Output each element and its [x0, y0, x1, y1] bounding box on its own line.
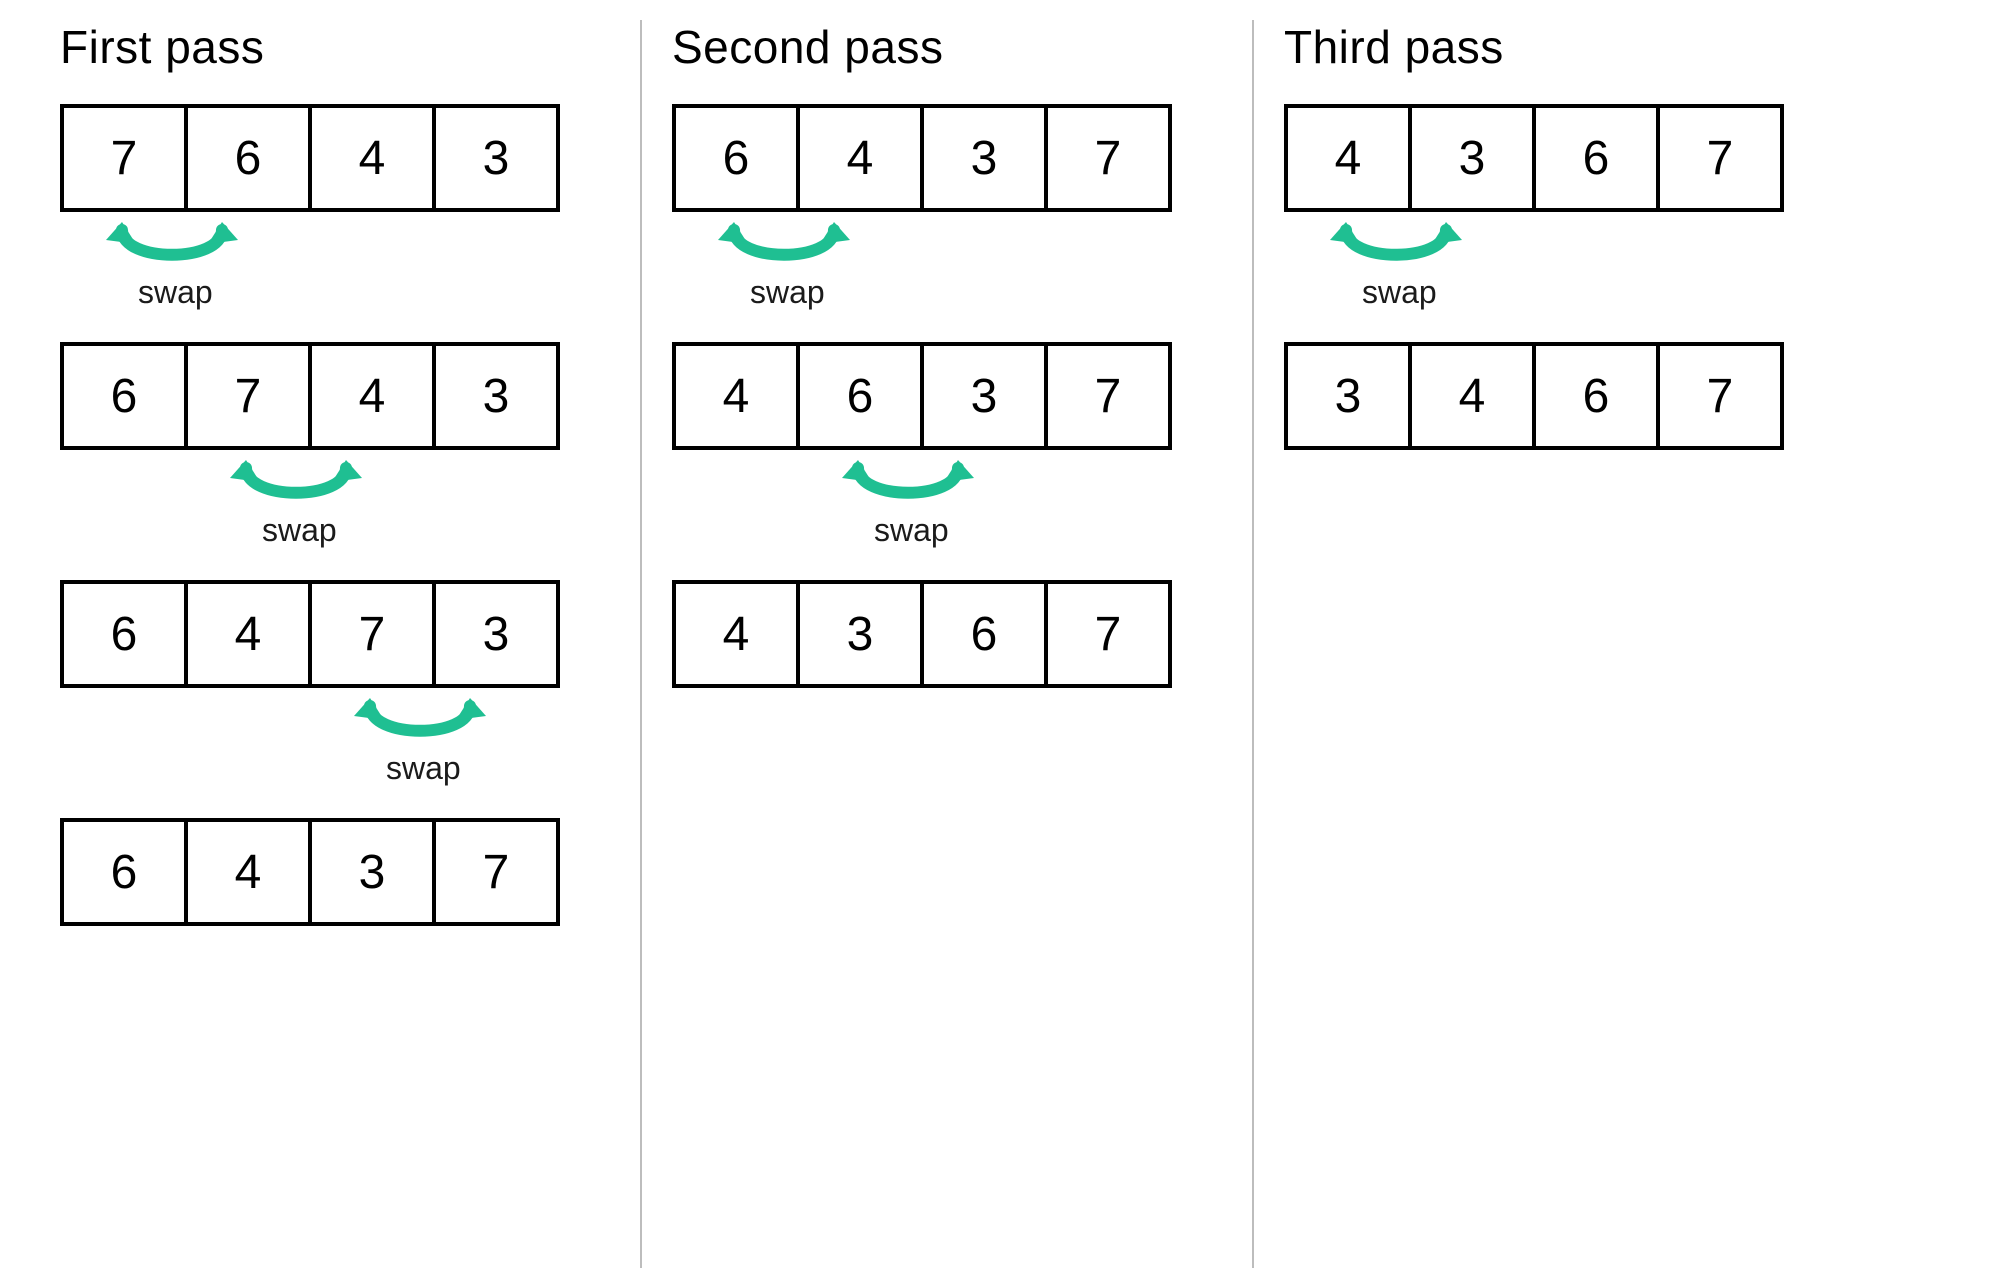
array-cell: 3 [920, 104, 1048, 212]
swap-label: swap [1362, 274, 1437, 311]
array-cell: 6 [920, 580, 1048, 688]
swap-annotation: swap [672, 450, 1222, 560]
array-step: 6 4 3 7 swap [672, 104, 1222, 322]
pass-column-2: Third pass 4 3 6 7 swap [1254, 20, 1864, 1268]
swap-arrow-icon [216, 456, 376, 516]
swap-label: swap [874, 512, 949, 549]
array-cell: 6 [1532, 104, 1660, 212]
array-row: 6 4 3 7 [60, 818, 610, 926]
array-cell: 4 [308, 342, 436, 450]
array-step: 4 3 6 7 swap [1284, 104, 1834, 322]
array-cell: 4 [672, 342, 800, 450]
swap-annotation: swap [60, 450, 610, 560]
array-row: 4 3 6 7 [1284, 104, 1834, 212]
array-step: 3 4 6 7 [1284, 342, 1834, 450]
array-row: 3 4 6 7 [1284, 342, 1834, 450]
array-cell: 4 [796, 104, 924, 212]
swap-label: swap [262, 512, 337, 549]
swap-annotation: swap [60, 688, 610, 798]
array-cell: 3 [308, 818, 436, 926]
array-cell: 3 [1284, 342, 1412, 450]
bubble-sort-diagram: First pass 7 6 4 3 swap [0, 0, 2000, 1288]
array-cell: 3 [432, 580, 560, 688]
swap-arrow-icon [92, 218, 252, 278]
array-cell: 4 [672, 580, 800, 688]
pass-title: Third pass [1284, 20, 1834, 74]
array-cell: 7 [1044, 580, 1172, 688]
array-cell: 6 [672, 104, 800, 212]
pass-title: Second pass [672, 20, 1222, 74]
array-cell: 4 [308, 104, 436, 212]
array-step: 6 7 4 3 swap [60, 342, 610, 560]
array-step: 4 3 6 7 [672, 580, 1222, 688]
array-row: 7 6 4 3 [60, 104, 610, 212]
array-cell: 6 [60, 818, 188, 926]
pass-title: First pass [60, 20, 610, 74]
swap-annotation: swap [672, 212, 1222, 322]
array-cell: 6 [60, 580, 188, 688]
array-cell: 3 [432, 342, 560, 450]
array-cell: 7 [1656, 104, 1784, 212]
array-cell: 4 [1408, 342, 1536, 450]
array-cell: 3 [920, 342, 1048, 450]
array-row: 6 4 7 3 [60, 580, 610, 688]
array-row: 4 3 6 7 [672, 580, 1222, 688]
array-step: 7 6 4 3 swap [60, 104, 610, 322]
array-cell: 7 [1656, 342, 1784, 450]
array-cell: 4 [184, 580, 312, 688]
array-step: 4 6 3 7 swap [672, 342, 1222, 560]
array-cell: 7 [432, 818, 560, 926]
array-cell: 3 [796, 580, 924, 688]
array-cell: 7 [1044, 104, 1172, 212]
array-row: 4 6 3 7 [672, 342, 1222, 450]
swap-arrow-icon [704, 218, 864, 278]
swap-arrow-icon [1316, 218, 1476, 278]
swap-arrow-icon [340, 694, 500, 754]
array-cell: 7 [184, 342, 312, 450]
array-cell: 6 [1532, 342, 1660, 450]
swap-annotation: swap [60, 212, 610, 322]
array-cell: 4 [1284, 104, 1412, 212]
swap-arrow-icon [828, 456, 988, 516]
swap-label: swap [138, 274, 213, 311]
swap-annotation: swap [1284, 212, 1834, 322]
array-cell: 7 [60, 104, 188, 212]
array-step: 6 4 3 7 [60, 818, 610, 926]
array-cell: 6 [796, 342, 924, 450]
array-cell: 7 [308, 580, 436, 688]
swap-label: swap [750, 274, 825, 311]
array-cell: 6 [184, 104, 312, 212]
array-row: 6 4 3 7 [672, 104, 1222, 212]
array-cell: 6 [60, 342, 188, 450]
array-cell: 4 [184, 818, 312, 926]
pass-column-1: Second pass 6 4 3 7 swap [642, 20, 1252, 1268]
array-cell: 7 [1044, 342, 1172, 450]
pass-column-0: First pass 7 6 4 3 swap [30, 20, 640, 1268]
array-row: 6 7 4 3 [60, 342, 610, 450]
array-cell: 3 [1408, 104, 1536, 212]
array-step: 6 4 7 3 swap [60, 580, 610, 798]
swap-label: swap [386, 750, 461, 787]
array-cell: 3 [432, 104, 560, 212]
